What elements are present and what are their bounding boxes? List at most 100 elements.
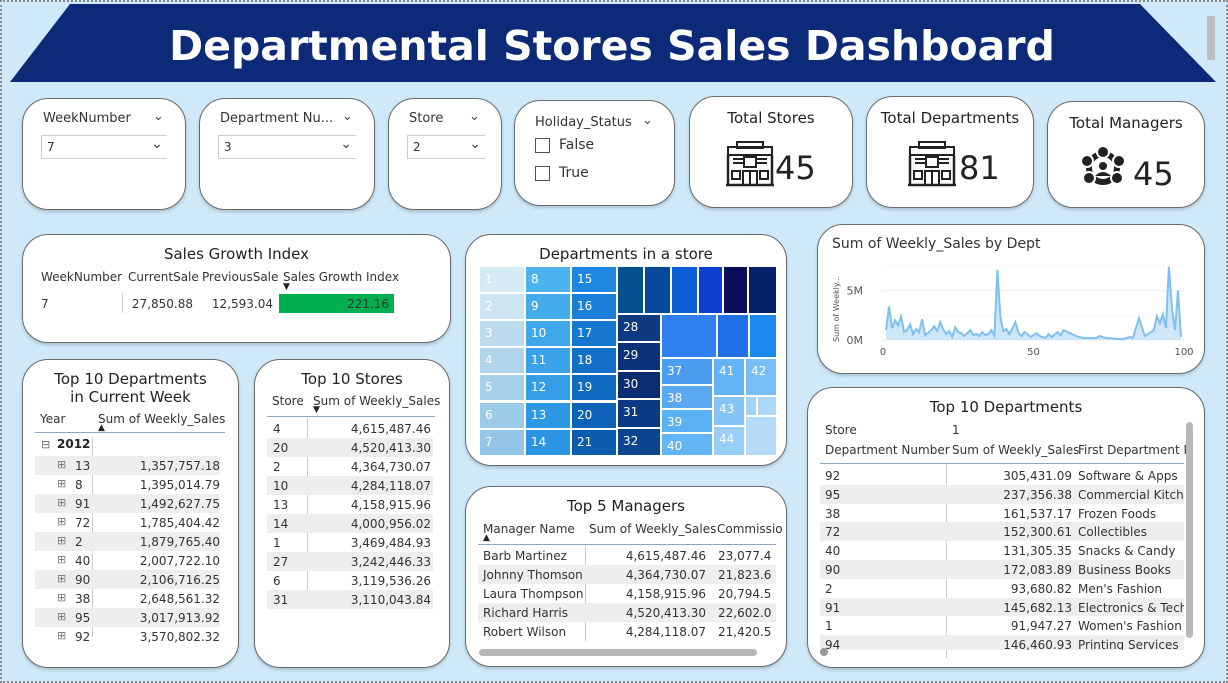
table-row[interactable]: 72 152,300.61 Collectibles <box>820 522 1184 542</box>
table-row[interactable]: Barb Martinez 4,615,487.46 23,077.4 <box>478 546 776 565</box>
table-row[interactable]: 91 145,682.13 Electronics & Tech <box>820 597 1184 617</box>
treemap-tile-dept-14[interactable]: 14 <box>525 428 571 456</box>
table-row[interactable]: Richard Harris 4,520,413.30 22,602.0 <box>478 603 776 622</box>
expand-icon[interactable]: ⊞ <box>57 515 66 528</box>
table-row[interactable]: Johnny Thomson 4,364,730.07 21,823.6 <box>478 565 776 584</box>
table-row[interactable]: Laura Thompson 4,158,915.96 20,794.5 <box>478 584 776 603</box>
treemap-tile[interactable] <box>745 416 777 456</box>
treemap-tile[interactable] <box>757 396 777 416</box>
treemap-tile-dept-31[interactable]: 31 <box>617 399 661 428</box>
week-number-slicer[interactable]: WeekNumber ⌄ 7 ⌄ <box>22 98 186 210</box>
treemap-tile-dept-4[interactable]: 4 <box>479 347 525 375</box>
holiday-status-slicer[interactable]: Holiday_Status ⌄ False True <box>514 100 675 206</box>
department-slicer[interactable]: Department Nu... ⌄ 3 ⌄ <box>199 98 375 210</box>
table-row[interactable]: 31 3,110,043.84 <box>267 590 433 609</box>
expand-icon[interactable]: ⊞ <box>57 591 66 604</box>
treemap-tile[interactable] <box>748 266 777 314</box>
treemap-tile-dept-37[interactable]: 37 <box>661 358 713 385</box>
expand-icon[interactable]: ⊞ <box>57 458 66 471</box>
treemap-tile-dept-5[interactable]: 5 <box>479 374 525 402</box>
vertical-scrollbar[interactable] <box>1186 422 1193 638</box>
expand-icon[interactable]: ⊞ <box>57 610 66 623</box>
treemap-tile[interactable] <box>749 314 777 358</box>
table-row[interactable]: ⊞ 2 1,879,765.40 <box>35 532 220 551</box>
table-row[interactable]: ⊞ 95 3,017,913.92 <box>35 608 220 627</box>
treemap-tile[interactable] <box>745 396 757 416</box>
chevron-down-icon[interactable]: ⌄ <box>342 109 353 124</box>
horizontal-scrollbar[interactable] <box>479 649 757 656</box>
table-row[interactable]: 92 305,431.09 Software & Apps <box>820 466 1184 485</box>
treemap-tile[interactable] <box>617 266 644 314</box>
expand-icon[interactable]: ⊞ <box>57 477 66 490</box>
departments-treemap[interactable]: 1 2 3 4 5 6 7 8 9 10 11 12 13 14 15 16 17 18 19 20 21 28 29 30 3… <box>479 266 777 456</box>
treemap-tile-dept-8[interactable]: 8 <box>525 266 571 294</box>
table-row[interactable]: 1 3,469,484.93 <box>267 533 433 552</box>
table-row[interactable]: ⊞ 92 3,570,802.32 <box>35 627 220 646</box>
page-scrollbar[interactable] <box>1207 16 1215 60</box>
expand-icon[interactable]: ⊞ <box>57 629 66 642</box>
expand-icon[interactable]: ⊞ <box>57 496 66 509</box>
treemap-tile[interactable] <box>661 314 717 358</box>
treemap-tile[interactable] <box>671 266 698 314</box>
expand-icon[interactable]: ⊞ <box>57 572 66 585</box>
treemap-tile[interactable] <box>723 266 748 314</box>
table-row[interactable]: ⊞ 90 2,106,716.25 <box>35 570 220 589</box>
department-dropdown[interactable]: 3 ⌄ <box>218 135 356 159</box>
table-row[interactable]: ⊞ 91 1,492,627.75 <box>35 494 220 513</box>
table-row[interactable]: 4 4,615,487.46 <box>267 419 433 438</box>
collapse-icon[interactable]: ⊟ <box>41 438 50 451</box>
table-row[interactable]: 20 4,520,413.30 <box>267 438 433 457</box>
chevron-down-icon[interactable]: ⌄ <box>469 109 480 124</box>
treemap-tile-dept-3[interactable]: 3 <box>479 320 525 348</box>
table-row[interactable]: ⊞ 72 1,785,404.42 <box>35 513 220 532</box>
treemap-tile-dept-28[interactable]: 28 <box>617 314 661 343</box>
holiday-true-checkbox[interactable] <box>535 166 550 181</box>
treemap-tile-dept-19[interactable]: 19 <box>571 374 617 402</box>
treemap-tile-dept-40[interactable]: 40 <box>661 433 713 456</box>
treemap-tile-dept-10[interactable]: 10 <box>525 320 571 348</box>
treemap-tile-dept-44[interactable]: 44 <box>713 426 745 456</box>
treemap-tile-dept-16[interactable]: 16 <box>571 293 617 321</box>
table-row[interactable]: 6 3,119,536.26 <box>267 571 433 590</box>
table-row[interactable]: ⊞ 40 2,007,722.10 <box>35 551 220 570</box>
treemap-tile[interactable] <box>644 266 671 314</box>
expand-icon[interactable]: ⊞ <box>57 553 66 566</box>
treemap-tile[interactable] <box>717 314 749 358</box>
table-row[interactable]: Robert Wilson 4,284,118.07 21,420.5 <box>478 622 776 641</box>
table-row[interactable]: 14 4,000,956.02 <box>267 514 433 533</box>
store-dropdown[interactable]: 2 ⌄ <box>407 135 485 159</box>
treemap-tile-dept-38[interactable]: 38 <box>661 385 713 409</box>
table-row[interactable]: 95 237,356.38 Commercial Kitcher <box>820 484 1184 504</box>
treemap-tile-dept-11[interactable]: 11 <box>525 347 571 375</box>
treemap-tile-dept-1[interactable]: 1 <box>479 266 525 294</box>
treemap-tile-dept-30[interactable]: 30 <box>617 370 661 400</box>
table-row[interactable]: 40 131,305.35 Snacks & Candy <box>820 541 1184 560</box>
table-row[interactable]: ⊞ 13 1,357,757.18 <box>35 456 220 475</box>
table-row[interactable]: 38 161,537.17 Frozen Foods <box>820 504 1184 523</box>
chevron-down-icon[interactable]: ⌄ <box>153 109 164 124</box>
table-row[interactable]: ⊞ 38 2,648,561.32 <box>35 589 220 608</box>
store-slicer[interactable]: Store ⌄ 2 ⌄ <box>388 98 502 210</box>
table-row[interactable]: ⊞ 8 1,395,014.79 <box>35 475 220 494</box>
table-row[interactable]: 90 172,083.89 Business Books <box>820 559 1184 579</box>
series-line[interactable] <box>885 266 1182 340</box>
week-number-dropdown[interactable]: 7 ⌄ <box>41 135 167 159</box>
table-row[interactable]: 94 146,460.93 Printing Services <box>820 635 1184 650</box>
treemap-tile-dept-42[interactable]: 42 <box>745 358 777 396</box>
treemap-tile-dept-43[interactable]: 43 <box>713 396 745 426</box>
treemap-tile-dept-29[interactable]: 29 <box>617 342 661 371</box>
treemap-tile-dept-32[interactable]: 32 <box>617 427 661 456</box>
treemap-tile-dept-17[interactable]: 17 <box>571 320 617 348</box>
table-row[interactable]: 10 4,284,118.07 <box>267 476 433 495</box>
treemap-tile-dept-18[interactable]: 18 <box>571 347 617 375</box>
treemap-tile-dept-7[interactable]: 7 <box>479 428 525 456</box>
treemap-tile-dept-41[interactable]: 41 <box>713 358 745 396</box>
chevron-down-icon[interactable]: ⌄ <box>642 113 653 128</box>
treemap-tile-dept-9[interactable]: 9 <box>525 293 571 321</box>
treemap-tile[interactable] <box>698 266 723 314</box>
treemap-tile-dept-13[interactable]: 13 <box>525 401 571 429</box>
treemap-tile-dept-20[interactable]: 20 <box>571 401 617 429</box>
table-row[interactable]: 2 4,364,730.07 <box>267 457 433 476</box>
treemap-tile-dept-39[interactable]: 39 <box>661 409 713 433</box>
treemap-tile-dept-21[interactable]: 21 <box>571 428 617 456</box>
